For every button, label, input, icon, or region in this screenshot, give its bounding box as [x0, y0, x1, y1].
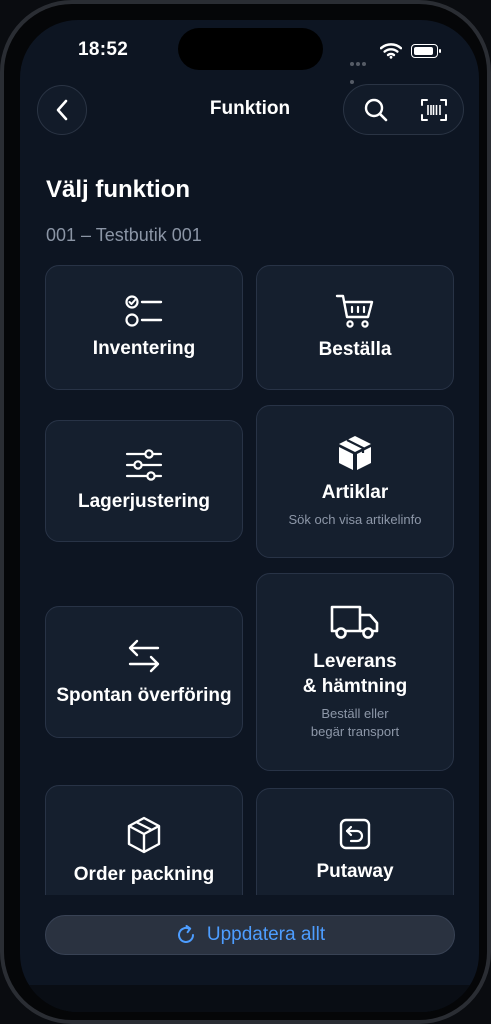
return-box-icon — [338, 817, 372, 851]
box-icon — [337, 434, 373, 472]
card-lagerjustering[interactable]: Lagerjustering — [45, 420, 243, 542]
card-leverans-subtitle-line1: Beställ eller — [321, 706, 389, 721]
card-leverans-subtitle-line2: begär transport — [310, 724, 400, 739]
cart-icon — [335, 293, 375, 329]
card-putaway-label: Putaway — [316, 861, 394, 882]
transfer-arrows-icon — [125, 637, 163, 675]
truck-icon — [330, 603, 380, 641]
card-inventering[interactable]: Inventering — [45, 265, 243, 390]
card-leverans-hamtning[interactable]: Leverans & hämtning Beställ eller begär … — [256, 573, 454, 771]
function-grid: Inventering Beställa Lagerjustering Arti… — [20, 20, 479, 895]
refresh-icon — [177, 925, 194, 943]
bottom-area — [20, 985, 479, 1012]
card-artiklar-subtitle: Sök och visa artikelinfo — [288, 512, 422, 527]
sliders-icon — [125, 448, 163, 481]
card-leverans-label-line2: & hämtning — [302, 676, 408, 697]
package-icon — [126, 816, 162, 854]
card-lagerjustering-label: Lagerjustering — [78, 490, 210, 512]
card-inventering-label: Inventering — [92, 338, 196, 359]
phone-frame: 18:52 Funktion Välj funktion 001 – Testb… — [0, 0, 491, 1024]
phone-bezel: 18:52 Funktion Välj funktion 001 – Testb… — [4, 4, 487, 1020]
card-spontan-overforing-label: Spontan överföring — [56, 684, 232, 706]
update-all-button[interactable]: Uppdatera allt — [45, 915, 455, 955]
card-order-packning[interactable]: Order packning — [45, 785, 243, 895]
card-spontan-overforing[interactable]: Spontan överföring — [45, 606, 243, 738]
card-order-packning-label: Order packning — [73, 864, 215, 885]
card-bestalla[interactable]: Beställa — [256, 265, 454, 390]
card-artiklar-label: Artiklar — [321, 482, 389, 503]
card-bestalla-label: Beställa — [318, 339, 392, 360]
update-all-label: Uppdatera allt — [206, 924, 326, 945]
app-screen: 18:52 Funktion Välj funktion 001 – Testb… — [20, 20, 479, 1012]
card-leverans-label-line1: Leverans — [313, 651, 397, 672]
card-putaway[interactable]: Putaway — [256, 788, 454, 895]
card-artiklar[interactable]: Artiklar Sök och visa artikelinfo — [256, 405, 454, 558]
checklist-icon — [125, 294, 163, 328]
